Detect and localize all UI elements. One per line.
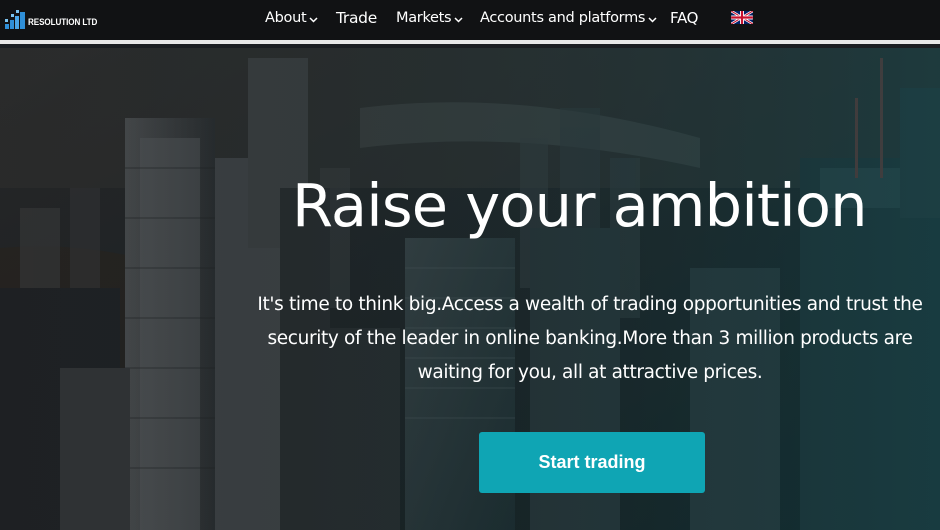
brand-name: RESOLUTION LTD xyxy=(28,17,98,27)
chevron-down-icon xyxy=(309,11,318,27)
nav-about-label: About xyxy=(265,10,307,26)
start-trading-button[interactable]: Start trading xyxy=(479,432,705,493)
nav-faq-label: FAQ xyxy=(670,9,699,27)
nav-accounts-and-platforms[interactable]: Accounts and platforms xyxy=(480,8,657,28)
hero-description: It's time to think big.Access a wealth o… xyxy=(257,294,923,383)
hero-title: Raise your ambition xyxy=(292,171,868,240)
nav-about[interactable]: About xyxy=(265,8,318,28)
nav-trade-label: Trade xyxy=(336,9,377,27)
nav-markets[interactable]: Markets xyxy=(396,8,463,28)
nav-trade[interactable]: Trade xyxy=(336,8,377,28)
uk-flag-icon[interactable] xyxy=(730,9,754,26)
nav-accounts-label: Accounts and platforms xyxy=(480,10,646,26)
brand-logo[interactable]: RESOLUTION LTD xyxy=(5,8,105,30)
top-navbar: RESOLUTION LTD About Trade Markets Accou… xyxy=(0,0,940,44)
nav-faq[interactable]: FAQ xyxy=(670,8,698,28)
nav-markets-label: Markets xyxy=(396,10,452,26)
logo-bars-icon xyxy=(5,10,25,29)
hero-section: Raise your ambition It's time to think b… xyxy=(0,48,940,530)
chevron-down-icon xyxy=(454,11,463,27)
chevron-down-icon xyxy=(648,11,657,27)
